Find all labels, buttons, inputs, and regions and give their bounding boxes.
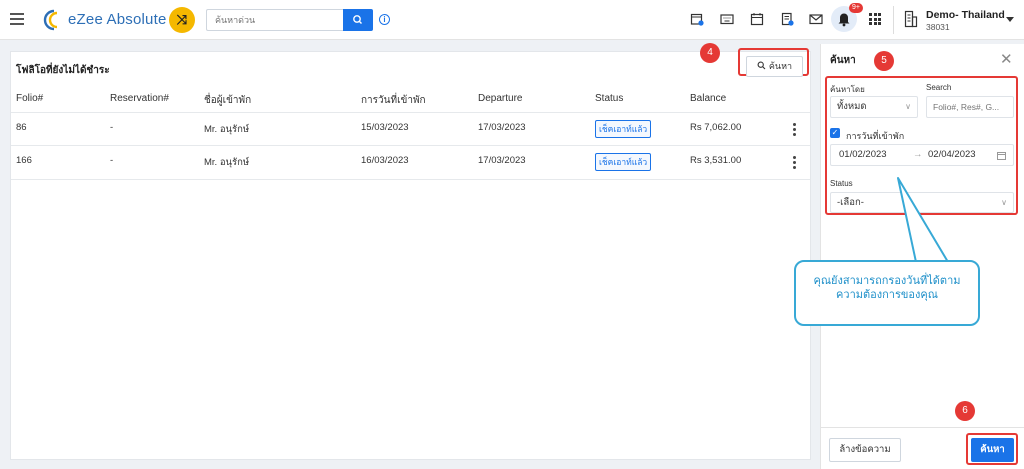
menu-icon[interactable] [10,13,24,25]
column-header-status: Status [595,93,624,104]
column-header-departure: Departure [478,93,523,104]
search-button-label: ค้นหา [768,61,793,71]
panel-search-button[interactable]: ค้นหา [971,438,1014,462]
close-icon[interactable]: ✕ [1000,50,1013,68]
row1-arrival: 15/03/2023 [361,122,409,133]
search-label: Search [926,83,952,92]
chevron-down-icon: ∨ [905,102,911,111]
keyboard-icon[interactable] [720,12,734,26]
apps-grid-icon[interactable] [869,13,881,25]
row1-balance: Rs 7,062.00 [690,122,742,133]
row1-status-badge: เช็คเอาท์แล้ว [595,120,652,138]
search-icon [757,61,766,70]
status-select-value: -เลือก- [837,197,864,208]
column-header-reservation: Reservation# [110,93,169,104]
property-code: 38031 [926,22,950,32]
quick-search-button[interactable] [343,9,373,31]
calendar-add-icon[interactable] [690,12,704,26]
header-divider [893,6,894,34]
date-range-field[interactable]: 01/02/2023 → 02/04/2023 [830,144,1014,166]
chevron-down-icon: ∨ [1001,198,1007,207]
row2-balance: Rs 3,531.00 [690,155,742,166]
mail-icon[interactable] [809,12,823,26]
row1-more-icon[interactable] [793,123,796,138]
calendar-icon[interactable] [750,12,764,26]
row1-folio[interactable]: 86 [16,122,27,133]
building-icon [904,10,918,28]
info-icon[interactable]: i [379,14,390,25]
date-from-value: 01/02/2023 [839,149,887,160]
calendar-icon [997,152,1006,160]
search-by-value: ทั้งหมด [837,101,867,112]
panel-footer-divider [820,427,1024,428]
row2-reservation: - [110,155,114,166]
ezee-logo-icon [43,9,58,31]
row1-reservation: - [110,122,114,133]
row1-departure: 17/03/2023 [478,122,526,133]
table-divider [11,145,810,146]
shuffle-icon[interactable]: ⤨ [169,7,195,33]
search-by-label: ค้นหาโดย [830,85,865,94]
property-name[interactable]: Demo- Thailand [926,9,1005,21]
quick-search-input[interactable] [206,9,343,31]
column-header-balance: Balance [690,93,727,104]
chevron-down-icon[interactable] [1006,17,1014,22]
date-to-value: 02/04/2023 [928,149,976,160]
row2-status-badge: เช็คเอาท์แล้ว [595,153,652,171]
arrow-right-icon: → [913,149,923,160]
search-text-input[interactable] [926,96,1014,118]
panel-title: ค้นหา [830,55,856,66]
step6-badge: 6 [955,401,975,421]
row2-more-icon[interactable] [793,156,796,171]
step4-badge: 4 [700,43,720,63]
filter-hint-tooltip: คุณยังสามารถกรองวันที่ได้ตามความต้องการข… [794,260,980,326]
column-header-folio: Folio# [16,93,44,104]
tooltip-pointer [897,177,949,263]
row2-guest: Mr. อนุรักษ์ [204,157,250,168]
column-header-guest: ชื่อผู้เข้าพัก [204,95,252,106]
column-header-arrival: การวันที่เข้าพัก [361,95,426,106]
date-filter-checkbox[interactable]: ✓ [830,128,840,138]
row1-guest: Mr. อนุรักษ์ [204,124,250,135]
notification-count-badge: 9+ [849,3,863,13]
status-label: Status [830,179,853,188]
row2-folio[interactable]: 166 [16,155,32,166]
search-button[interactable]: ค้นหา [746,56,803,77]
invoice-icon[interactable] [780,12,794,26]
search-by-select[interactable]: ทั้งหมด ∨ [830,96,918,118]
page-title: โฟลิโอที่ยังไม่ได้ชำระ [16,65,110,76]
brand-name: eZee Absolute [68,11,167,28]
row2-departure: 17/03/2023 [478,155,526,166]
search-icon [353,15,362,24]
table-divider [11,112,810,113]
table-divider [11,179,810,180]
clear-button[interactable]: ล้างข้อความ [829,438,901,462]
row2-arrival: 16/03/2023 [361,155,409,166]
date-filter-label: การวันที่เข้าพัก [846,131,905,141]
step5-badge: 5 [874,51,894,71]
